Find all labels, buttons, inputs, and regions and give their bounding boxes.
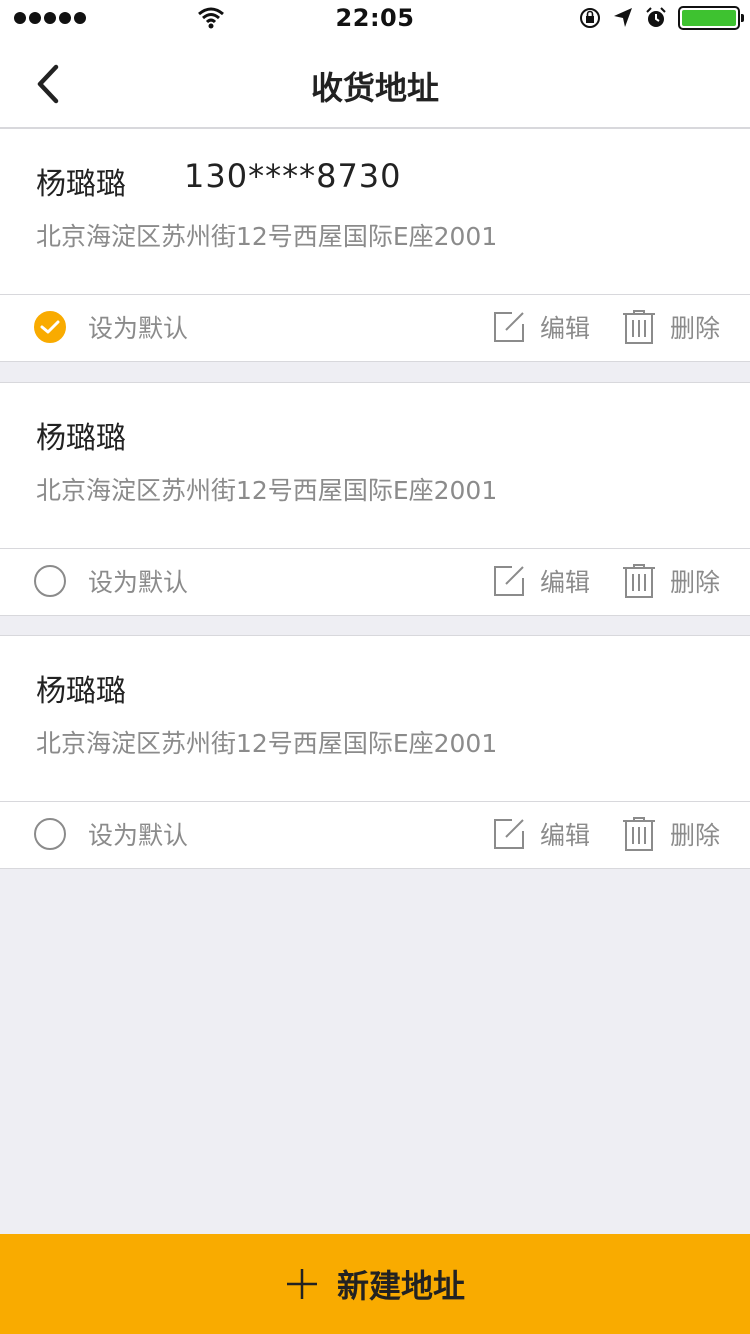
new-address-button[interactable]: 新建地址 bbox=[0, 1234, 750, 1334]
set-default-label: 设为默认 bbox=[88, 314, 189, 343]
status-bar: 22:05 bbox=[0, 0, 750, 40]
delete-button[interactable]: 删除 bbox=[622, 563, 720, 599]
delete-button[interactable]: 删除 bbox=[622, 816, 720, 852]
address-info[interactable]: 杨璐璐 北京海淀区苏州街12号西屋国际E座2001 bbox=[0, 383, 750, 549]
delete-label: 删除 bbox=[670, 821, 721, 850]
navigation-bar: 收货地址 bbox=[0, 40, 750, 128]
address-text: 北京海淀区苏州街12号西屋国际E座2001 bbox=[36, 476, 498, 505]
address-card: 杨璐璐 130****8730 北京海淀区苏州街12号西屋国际E座2001 设为… bbox=[0, 128, 750, 362]
edit-icon bbox=[494, 819, 524, 849]
set-default-label: 设为默认 bbox=[88, 821, 189, 850]
edit-button[interactable]: 编辑 bbox=[492, 563, 590, 599]
recipient-name: 杨璐璐 bbox=[36, 674, 126, 709]
edit-label: 编辑 bbox=[540, 821, 591, 850]
address-actions: 设为默认 编辑 删除 bbox=[0, 549, 750, 615]
trash-icon bbox=[623, 564, 655, 598]
rotation-lock-icon bbox=[580, 8, 600, 28]
address-text: 北京海淀区苏州街12号西屋国际E座2001 bbox=[36, 729, 498, 758]
page-title: 收货地址 bbox=[310, 69, 439, 107]
delete-label: 删除 bbox=[670, 314, 721, 343]
unchecked-radio-icon bbox=[34, 818, 66, 850]
alarm-icon bbox=[646, 7, 666, 27]
recipient-name: 杨璐璐 bbox=[36, 421, 126, 456]
address-card: 杨璐璐 北京海淀区苏州街12号西屋国际E座2001 设为默认 编辑 删除 bbox=[0, 635, 750, 869]
set-default-label: 设为默认 bbox=[88, 568, 189, 597]
trash-icon bbox=[623, 310, 655, 344]
set-default-toggle[interactable]: 设为默认 bbox=[34, 563, 188, 599]
edit-label: 编辑 bbox=[540, 568, 591, 597]
recipient-phone: 130****8730 bbox=[184, 157, 402, 195]
status-icons bbox=[578, 6, 744, 30]
recipient-name: 杨璐璐 bbox=[36, 167, 126, 202]
delete-button[interactable]: 删除 bbox=[622, 309, 720, 345]
new-address-label: 新建地址 bbox=[336, 1267, 465, 1305]
plus-icon bbox=[286, 1269, 317, 1299]
address-info[interactable]: 杨璐璐 130****8730 北京海淀区苏州街12号西屋国际E座2001 bbox=[0, 129, 750, 295]
edit-icon bbox=[494, 566, 524, 596]
checked-radio-icon bbox=[34, 311, 66, 343]
address-actions: 设为默认 编辑 删除 bbox=[0, 295, 750, 361]
address-card: 杨璐璐 北京海淀区苏州街12号西屋国际E座2001 设为默认 编辑 删除 bbox=[0, 382, 750, 616]
delete-label: 删除 bbox=[670, 568, 721, 597]
location-icon bbox=[614, 8, 632, 27]
edit-icon bbox=[494, 312, 524, 342]
address-text: 北京海淀区苏州街12号西屋国际E座2001 bbox=[36, 222, 498, 251]
edit-label: 编辑 bbox=[540, 314, 591, 343]
unchecked-radio-icon bbox=[34, 565, 66, 597]
set-default-toggle[interactable]: 设为默认 bbox=[34, 309, 188, 345]
set-default-toggle[interactable]: 设为默认 bbox=[34, 816, 188, 852]
trash-icon bbox=[623, 817, 655, 851]
address-actions: 设为默认 编辑 删除 bbox=[0, 802, 750, 868]
edit-button[interactable]: 编辑 bbox=[492, 816, 590, 852]
address-info[interactable]: 杨璐璐 北京海淀区苏州街12号西屋国际E座2001 bbox=[0, 636, 750, 802]
battery-icon bbox=[678, 6, 744, 30]
edit-button[interactable]: 编辑 bbox=[492, 309, 590, 345]
